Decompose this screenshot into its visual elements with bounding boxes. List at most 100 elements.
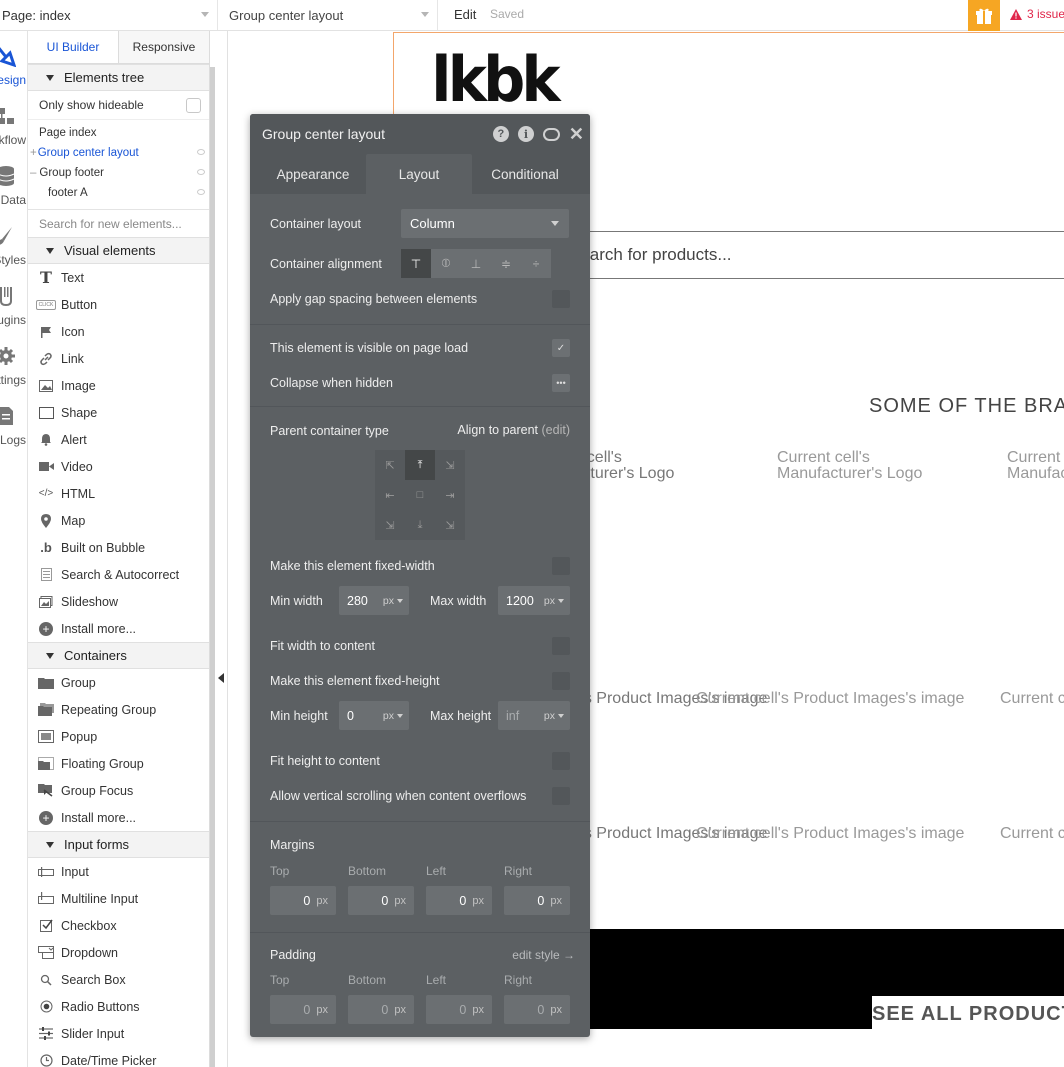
align-space-around-icon[interactable]: ÷: [521, 249, 551, 278]
align-middle-icon[interactable]: □: [405, 480, 435, 510]
max-width-input[interactable]: 1200 px: [498, 586, 570, 615]
padding-right-input[interactable]: 0 px: [504, 995, 570, 1024]
rail-data[interactable]: Data: [0, 159, 27, 219]
unit-select[interactable]: px: [383, 595, 403, 607]
element-selector[interactable]: Group center layout: [220, 0, 438, 30]
element-link[interactable]: Link: [28, 345, 209, 372]
collapse-icon[interactable]: –: [30, 167, 36, 179]
unit-select[interactable]: px: [383, 710, 403, 722]
eye-icon[interactable]: [197, 169, 205, 175]
manufacturer-logo-cell[interactable]: Current cell's Manufacturer's Logo: [777, 450, 922, 482]
close-icon[interactable]: ✕: [569, 125, 584, 143]
property-editor-header[interactable]: Group center layout ? i ✕: [250, 114, 590, 154]
max-height-input[interactable]: inf px: [498, 701, 570, 730]
align-top-center-icon[interactable]: ⤒: [405, 450, 435, 480]
align-bottom-left-icon[interactable]: ⇲: [375, 510, 405, 540]
see-all-products-button[interactable]: SEE ALL PRODUCTS: [872, 996, 1064, 1032]
element-video[interactable]: Video: [28, 453, 209, 480]
tree-item-page-index[interactable]: Page index: [28, 123, 209, 143]
expand-icon[interactable]: +: [30, 147, 37, 159]
element-input[interactable]: Input: [28, 858, 209, 885]
fit-width-checkbox[interactable]: [552, 637, 570, 655]
element-html[interactable]: </> HTML: [28, 480, 209, 507]
input-forms-header[interactable]: Input forms: [28, 831, 209, 858]
element-icon[interactable]: Icon: [28, 318, 209, 345]
site-logo[interactable]: lkbk: [431, 49, 560, 111]
padding-bottom-input[interactable]: 0 px: [348, 995, 414, 1024]
info-icon[interactable]: i: [517, 126, 534, 142]
tab-responsive[interactable]: Responsive: [118, 31, 209, 63]
product-image-cell[interactable]: Current cell's Product Images's image: [696, 691, 964, 707]
tree-item-footer-a[interactable]: footer A: [28, 183, 209, 203]
element-slider-input[interactable]: Slider Input: [28, 1020, 209, 1047]
margin-top-input[interactable]: 0 px: [270, 886, 336, 915]
tab-appearance[interactable]: Appearance: [260, 154, 366, 194]
element-slideshow[interactable]: Slideshow: [28, 588, 209, 615]
element-search-input[interactable]: Search for new elements...: [28, 209, 209, 237]
element-alert[interactable]: Alert: [28, 426, 209, 453]
element-image[interactable]: Image: [28, 372, 209, 399]
align-to-parent-label[interactable]: Align to parent (edit): [457, 423, 570, 437]
element-dropdown[interactable]: Dropdown: [28, 939, 209, 966]
product-search-input[interactable]: Search for products...: [569, 231, 1064, 279]
padding-top-input[interactable]: 0 px: [270, 995, 336, 1024]
align-space-between-icon[interactable]: ≑: [491, 249, 521, 278]
align-bottom-right-icon[interactable]: ⇲: [435, 510, 465, 540]
elements-tree-header[interactable]: Elements tree: [28, 64, 209, 91]
edit-menu[interactable]: Edit: [454, 7, 476, 22]
padding-left-input[interactable]: 0 px: [426, 995, 492, 1024]
element-repeating-group[interactable]: Repeating Group: [28, 696, 209, 723]
unit-select[interactable]: px: [544, 595, 564, 607]
element-radio-buttons[interactable]: Radio Buttons: [28, 993, 209, 1020]
containers-header[interactable]: Containers: [28, 642, 209, 669]
rail-design[interactable]: Design: [0, 39, 27, 99]
vertical-scroll-checkbox[interactable]: [552, 787, 570, 805]
gap-spacing-checkbox[interactable]: [552, 290, 570, 308]
rail-settings[interactable]: Settings: [0, 339, 27, 399]
element-multiline-input[interactable]: Multiline Input: [28, 885, 209, 912]
help-icon[interactable]: ?: [492, 126, 509, 142]
rail-workflow[interactable]: Workflow: [0, 99, 27, 159]
element-button[interactable]: CLICK Button: [28, 291, 209, 318]
align-bottom-center-icon[interactable]: ⤓: [405, 510, 435, 540]
element-date-time-picker[interactable]: Date/Time Picker: [28, 1047, 209, 1067]
align-top-icon[interactable]: ⊤: [401, 249, 431, 278]
edit-link[interactable]: (edit): [542, 423, 570, 437]
margin-bottom-input[interactable]: 0 px: [348, 886, 414, 915]
element-built-on-bubble[interactable]: .b Built on Bubble: [28, 534, 209, 561]
tab-ui-builder[interactable]: UI Builder: [28, 31, 118, 63]
element-shape[interactable]: Shape: [28, 399, 209, 426]
align-center-icon[interactable]: ⦶: [431, 249, 461, 278]
tree-item-group-footer[interactable]: – Group footer: [28, 163, 209, 183]
rail-plugins[interactable]: Plugins: [0, 279, 27, 339]
element-group[interactable]: Group: [28, 669, 209, 696]
align-left-icon[interactable]: ⇤: [375, 480, 405, 510]
comment-icon[interactable]: [542, 127, 560, 141]
element-install-more-visual[interactable]: + Install more...: [28, 615, 209, 642]
min-width-input[interactable]: 280 px: [339, 586, 409, 615]
unit-select[interactable]: px: [544, 710, 564, 722]
fixed-width-checkbox[interactable]: [552, 557, 570, 575]
brands-heading[interactable]: SOME OF THE BRANDS: [869, 395, 1064, 418]
tab-conditional[interactable]: Conditional: [472, 154, 578, 194]
margin-left-input[interactable]: 0 px: [426, 886, 492, 915]
collapse-panel-icon[interactable]: [218, 673, 224, 683]
min-height-input[interactable]: 0 px: [339, 701, 409, 730]
element-floating-group[interactable]: Floating Group: [28, 750, 209, 777]
visual-elements-header[interactable]: Visual elements: [28, 237, 209, 264]
margin-right-input[interactable]: 0 px: [504, 886, 570, 915]
gift-button[interactable]: [968, 0, 1000, 31]
manufacturer-logo-cell[interactable]: Current cell's Manufacturer's Logo: [1007, 450, 1064, 482]
align-top-left-icon[interactable]: ⇱: [375, 450, 405, 480]
product-image-cell[interactable]: Current cell's Product Images's image: [1000, 691, 1064, 707]
eye-icon[interactable]: [197, 149, 205, 155]
element-search-autocorrect[interactable]: Search & Autocorrect: [28, 561, 209, 588]
container-layout-select[interactable]: Column: [401, 209, 569, 238]
element-text[interactable]: T Text: [28, 264, 209, 291]
element-checkbox[interactable]: Checkbox: [28, 912, 209, 939]
rail-styles[interactable]: Styles: [0, 219, 27, 279]
scrollbar-thumb[interactable]: [210, 67, 215, 1067]
edit-style-link[interactable]: edit style →: [512, 948, 575, 962]
fit-height-checkbox[interactable]: [552, 752, 570, 770]
element-install-more-containers[interactable]: + Install more...: [28, 804, 209, 831]
